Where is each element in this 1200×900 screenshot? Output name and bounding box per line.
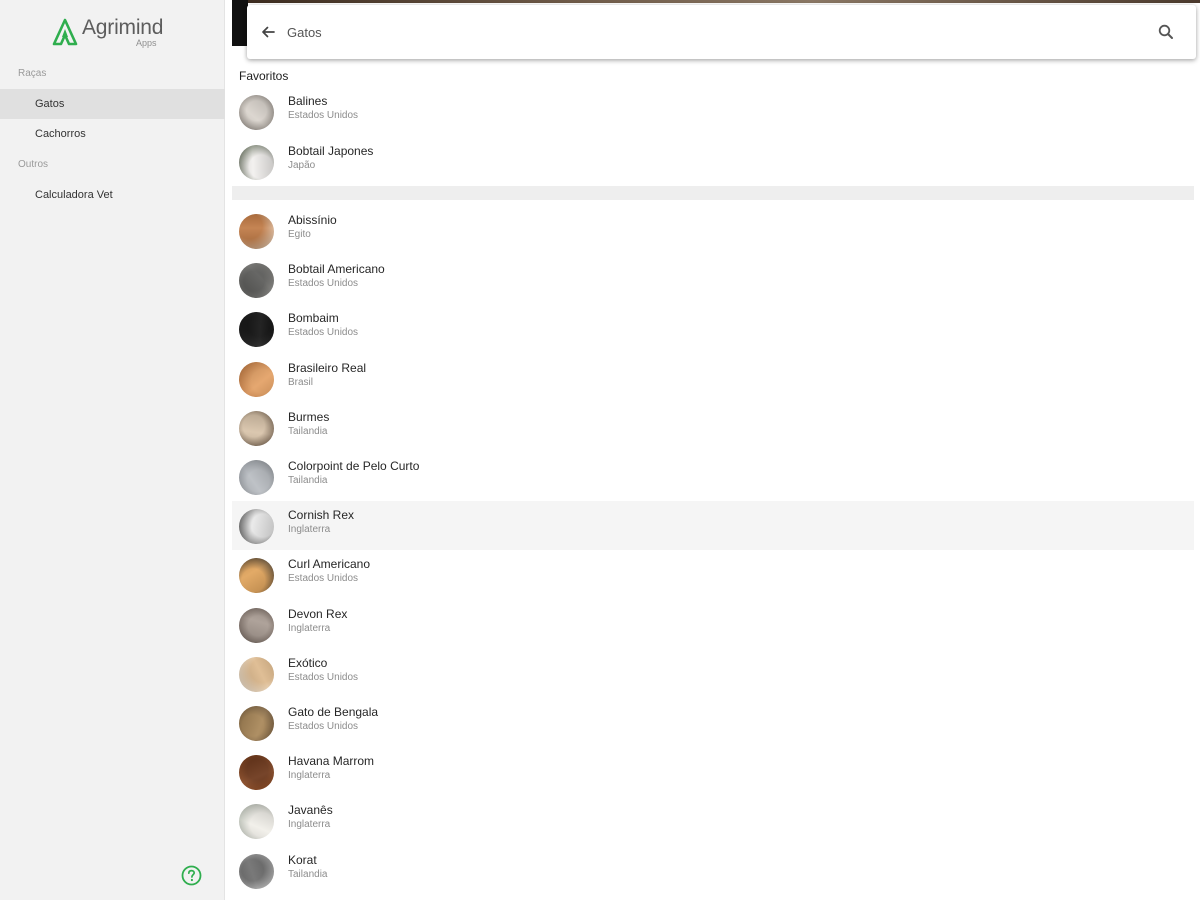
cat-avatar xyxy=(239,410,274,446)
list-item[interactable]: Havana Marrom Inglaterra xyxy=(232,747,1194,796)
cat-avatar xyxy=(239,706,274,741)
list-item[interactable]: Curl Americano Estados Unidos xyxy=(232,550,1194,599)
breed-name: Balines xyxy=(288,94,328,108)
breed-origin: Tailandia xyxy=(288,475,328,486)
breed-name: Havana Marrom xyxy=(288,754,375,769)
cat-avatar xyxy=(239,263,274,299)
search-bar xyxy=(247,5,1196,59)
breed-name: Gato de Bengala xyxy=(288,705,379,719)
list-item[interactable]: Cornish Rex Inglaterra xyxy=(232,501,1194,551)
breed-name: Javanês xyxy=(288,803,333,818)
cat-avatar xyxy=(239,95,274,130)
list-item[interactable]: Javanês Inglaterra xyxy=(232,796,1194,845)
cat-avatar xyxy=(239,144,274,180)
breed-name: Abissínio xyxy=(288,213,337,227)
logo-name: Agrimind xyxy=(82,16,164,39)
search-input[interactable] xyxy=(287,19,1147,45)
cat-avatar xyxy=(239,607,274,643)
breed-origin: Estados Unidos xyxy=(288,721,359,732)
breed-name: Cornish Rex xyxy=(288,508,355,523)
breed-origin: Estados Unidos xyxy=(288,327,359,339)
list-item[interactable]: Gato de Bengala Estados Unidos xyxy=(232,698,1194,747)
breed-origin: Tailandia xyxy=(288,868,328,880)
breed-name: Burmes xyxy=(288,409,330,424)
help-circle-icon[interactable] xyxy=(181,865,202,886)
breed-origin: Tailandia xyxy=(288,425,328,437)
breed-origin: Estados Unidos xyxy=(288,671,359,683)
header-image-strip xyxy=(232,0,1200,3)
breed-origin: Egito xyxy=(288,229,311,240)
cat-avatar xyxy=(239,656,274,692)
breed-origin: Inglaterra xyxy=(288,770,331,782)
list-item[interactable]: Colorpoint de Pelo Curto Tailandia xyxy=(232,452,1194,501)
breed-origin: Inglaterra xyxy=(288,819,331,831)
breed-origin: Brasil xyxy=(288,376,314,388)
cat-avatar xyxy=(239,460,274,495)
sidebar-item-calculadora-vet[interactable]: Calculadora Vet xyxy=(0,180,225,210)
header-image-edge xyxy=(232,0,248,46)
breed-origin: Estados Unidos xyxy=(288,110,359,121)
cat-avatar xyxy=(239,312,274,348)
app-logo[interactable]: Agrimind Apps xyxy=(52,16,172,50)
breed-origin: Inglaterra xyxy=(288,524,331,536)
sidebar: Agrimind Apps Raças Gatos Cachorros Outr… xyxy=(0,0,225,900)
breed-origin: Inglaterra xyxy=(288,622,331,634)
breed-name: Devon Rex xyxy=(288,606,348,621)
section-divider xyxy=(232,186,1194,200)
search-icon[interactable] xyxy=(1157,23,1175,41)
breed-name: Colorpoint de Pelo Curto xyxy=(288,459,420,473)
breed-name: Bombaim xyxy=(288,311,339,326)
section-label-racas: Raças xyxy=(18,68,47,79)
breed-origin: Estados Unidos xyxy=(288,573,359,585)
list-item[interactable]: Bombaim Estados Unidos xyxy=(232,304,1194,353)
breed-name: Bobtail Americano xyxy=(288,262,385,277)
list-item[interactable]: Bobtail Japones Japão xyxy=(232,137,1194,186)
breed-name: Korat xyxy=(288,852,317,867)
breed-origin: Estados Unidos xyxy=(288,278,359,290)
cat-avatar xyxy=(239,509,274,545)
list-item[interactable]: Exótico Estados Unidos xyxy=(232,649,1194,698)
cat-avatar xyxy=(239,804,274,840)
breed-name: Exótico xyxy=(288,655,328,670)
list-item[interactable]: Devon Rex Inglaterra xyxy=(232,600,1194,649)
list-item[interactable]: Bobtail Americano Estados Unidos xyxy=(232,255,1194,304)
list-item[interactable]: Brasileiro Real Brasil xyxy=(232,354,1194,403)
cat-avatar xyxy=(239,755,274,791)
list-item[interactable]: Balines Estados Unidos xyxy=(232,87,1194,136)
section-label-outros: Outros xyxy=(18,159,49,170)
arrow-back-icon[interactable] xyxy=(259,23,277,41)
cat-avatar xyxy=(239,558,274,594)
cat-avatar xyxy=(239,214,274,249)
list-item[interactable]: Burmes Tailandia xyxy=(232,403,1194,452)
agrimind-logo-icon xyxy=(52,18,78,46)
breed-origin: Japão xyxy=(288,159,316,171)
breed-name: Curl Americano xyxy=(288,557,371,572)
sidebar-item-gatos[interactable]: Gatos xyxy=(0,89,225,119)
list-item[interactable]: Korat Tailandia xyxy=(232,846,1194,895)
logo-subtitle: Apps xyxy=(136,38,157,48)
sidebar-item-cachorros[interactable]: Cachorros xyxy=(0,119,225,149)
breed-name: Bobtail Japones xyxy=(288,143,374,158)
cat-avatar xyxy=(239,361,274,397)
favorites-header: Favoritos xyxy=(239,69,289,83)
cat-avatar xyxy=(239,853,274,889)
breed-name: Brasileiro Real xyxy=(288,360,367,375)
list-item[interactable]: Abissínio Egito xyxy=(232,206,1194,255)
